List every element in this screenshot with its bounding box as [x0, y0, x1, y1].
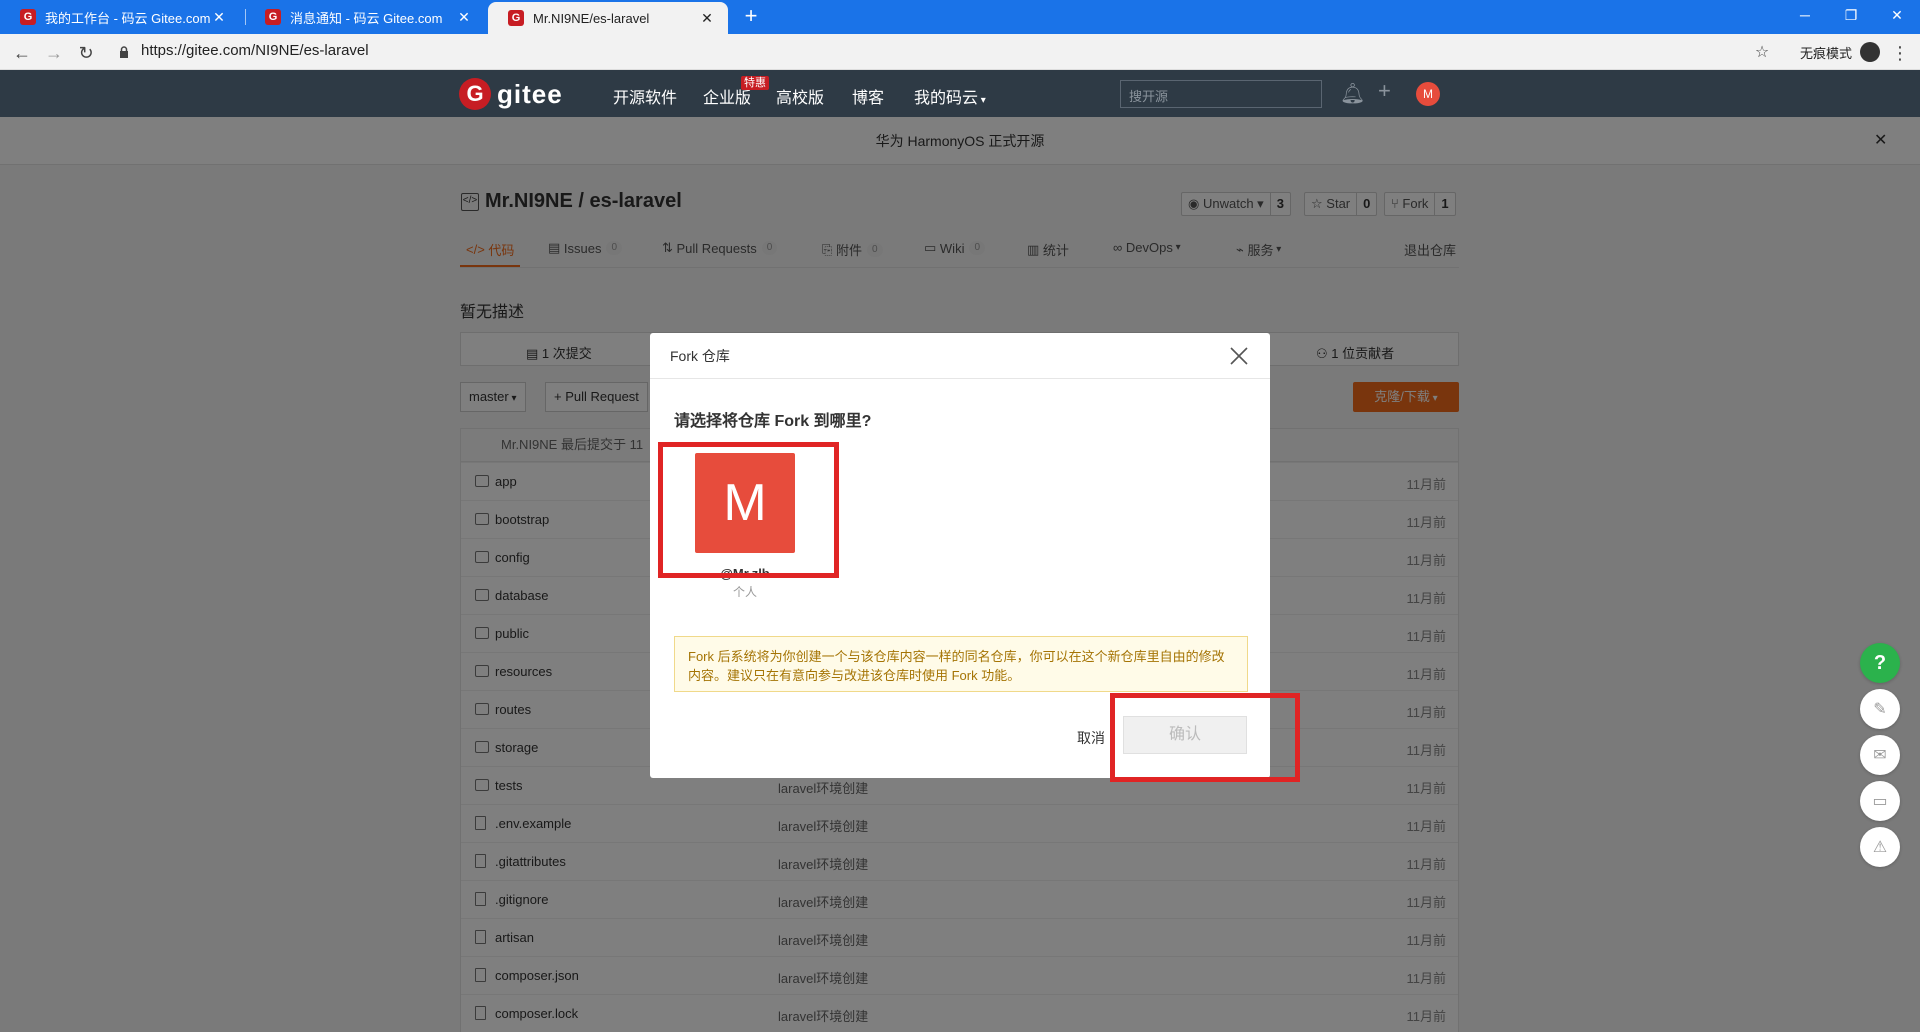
- plus-icon[interactable]: +: [1378, 78, 1391, 104]
- chat-button[interactable]: ▭: [1860, 781, 1900, 821]
- browser-tab-workbench[interactable]: G 我的工作台 - 码云 Gitee.com ✕: [0, 0, 240, 34]
- tab-title: 消息通知 - 码云 Gitee.com: [290, 10, 443, 26]
- gitee-logo-icon: G: [459, 78, 491, 110]
- mail-button[interactable]: ✉: [1860, 735, 1900, 775]
- browser-tab-bar: G 我的工作台 - 码云 Gitee.com ✕ G 消息通知 - 码云 Git…: [0, 0, 1920, 34]
- dialog-title: Fork 仓库: [650, 333, 1270, 379]
- restore-button[interactable]: ❐: [1828, 0, 1874, 30]
- tab-close-icon[interactable]: ✕: [455, 9, 473, 26]
- bell-icon[interactable]: 🔔︎: [1340, 81, 1365, 106]
- search-input[interactable]: 搜开源: [1120, 80, 1322, 108]
- gitee-logo[interactable]: G gitee: [459, 78, 563, 110]
- bookmark-star-icon[interactable]: ☆: [1752, 43, 1772, 63]
- edit-feedback-button[interactable]: ✎: [1860, 689, 1900, 729]
- back-icon[interactable]: ←: [12, 43, 32, 63]
- nav-open-source[interactable]: 开源软件: [613, 84, 677, 108]
- window-close-button[interactable]: ✕: [1874, 0, 1920, 30]
- incognito-label: 无痕模式: [1800, 46, 1853, 61]
- chevron-down-icon: ▾: [978, 95, 986, 106]
- warning-icon: ⚠: [1872, 839, 1888, 856]
- confirm-highlight-box: [1110, 693, 1300, 782]
- site-header: G gitee 开源软件 企业版 高校版 博客 我的码云 ▾: [0, 70, 1920, 117]
- nav-blog[interactable]: 博客: [852, 84, 884, 108]
- gitee-favicon-icon: G: [265, 9, 281, 25]
- tab-close-icon[interactable]: ✕: [698, 10, 716, 27]
- help-button[interactable]: ?: [1860, 643, 1900, 683]
- user-avatar[interactable]: M: [1416, 82, 1440, 106]
- new-tab-button[interactable]: +: [738, 4, 764, 30]
- nav-my-gitee[interactable]: 我的码云 ▾: [914, 84, 986, 108]
- browser-tab-notifications[interactable]: G 消息通知 - 码云 Gitee.com ✕: [245, 0, 485, 34]
- forward-icon[interactable]: →: [44, 43, 64, 63]
- tab-title: Mr.NI9NE/es-laravel: [533, 10, 650, 26]
- fork-question: 请选择将仓库 Fork 到哪里?: [674, 413, 872, 430]
- mail-icon: ✉: [1873, 747, 1887, 764]
- reload-icon[interactable]: ↻: [76, 43, 96, 63]
- nav-my-gitee-label: 我的码云: [914, 90, 979, 107]
- lock-icon: [120, 46, 128, 58]
- minimize-button[interactable]: ─: [1782, 0, 1828, 30]
- url-input[interactable]: https://gitee.com/NI9NE/es-laravel: [141, 42, 369, 59]
- dialog-close-icon[interactable]: [1228, 345, 1250, 367]
- tab-close-icon[interactable]: ✕: [210, 9, 228, 26]
- gitee-favicon-icon: G: [20, 9, 36, 25]
- cancel-button[interactable]: 取消: [1077, 728, 1105, 748]
- address-bar: ← → ↻ https://gitee.com/NI9NE/es-laravel…: [0, 34, 1920, 70]
- owner-highlight-box: [658, 442, 839, 578]
- nav-education[interactable]: 高校版: [776, 84, 824, 108]
- enterprise-promo-badge: 特惠: [741, 76, 769, 90]
- browser-tab-repo[interactable]: G Mr.NI9NE/es-laravel ✕: [488, 2, 728, 34]
- edit-icon: ✎: [1873, 701, 1887, 718]
- fork-tip: Fork 后系统将为你创建一个与该仓库内容一样的同名仓库，你可以在这个新仓库里自…: [674, 636, 1248, 692]
- report-button[interactable]: ⚠: [1860, 827, 1900, 867]
- incognito-icon: [1860, 42, 1880, 62]
- logo-text: gitee: [497, 78, 563, 109]
- tab-title: 我的工作台 - 码云 Gitee.com: [45, 10, 210, 26]
- chat-icon: ▭: [1872, 793, 1888, 810]
- gitee-favicon-icon: G: [508, 10, 524, 26]
- browser-menu-icon[interactable]: ⋮: [1890, 43, 1910, 63]
- owner-type: 个人: [732, 585, 757, 599]
